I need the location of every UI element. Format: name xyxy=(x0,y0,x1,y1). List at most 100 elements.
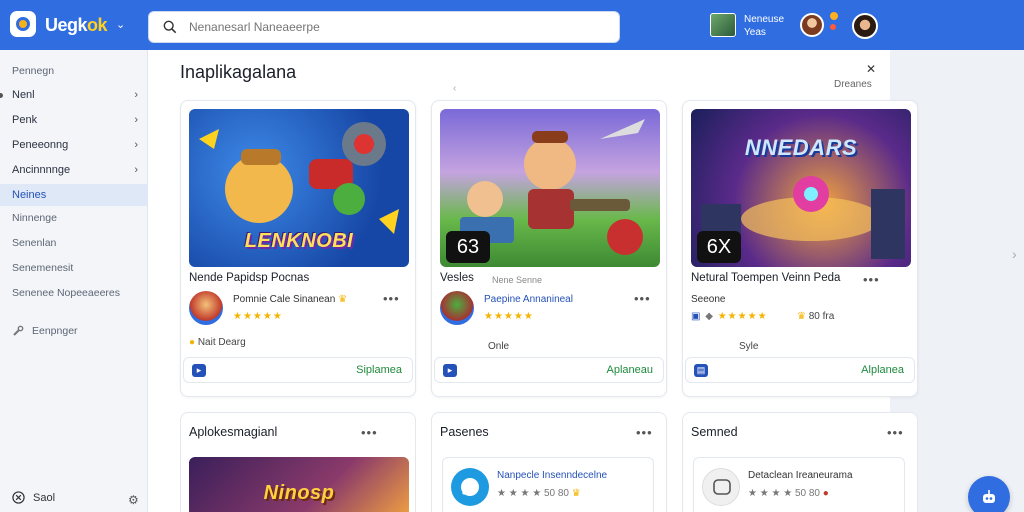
more-options-icon[interactable]: ••• xyxy=(634,291,651,306)
brand-name[interactable]: Uegkok xyxy=(45,15,108,36)
search-input[interactable] xyxy=(189,20,589,34)
bullet-icon xyxy=(0,92,3,98)
sidebar-item-9[interactable]: Senenee Nopeeaeeres xyxy=(0,282,148,304)
meta-info: Onle xyxy=(488,341,510,352)
score-badge: 6X xyxy=(697,231,741,263)
game-cover-image[interactable]: 63 xyxy=(440,109,660,267)
star-rating: ★★★★★ xyxy=(233,311,283,322)
trophy-icon: ♛ xyxy=(797,311,806,322)
item-title[interactable]: Nanpecle Insenndecelne xyxy=(497,470,607,481)
sidebar-item-8[interactable]: Senemenesit xyxy=(0,257,148,279)
game-thumbnail[interactable] xyxy=(710,13,736,37)
grid-icon[interactable]: ▤ xyxy=(694,364,708,377)
meta-info: ● Nait Dearg xyxy=(189,337,246,348)
view-all-link[interactable]: Dreanes xyxy=(834,79,872,90)
arrow-icon: ‹ xyxy=(453,83,457,94)
rating-info: ♛ 80 fra xyxy=(797,311,835,322)
list-item[interactable]: Nanpecle Insenndecelne ★ ★ ★ ★ 50 80 ♛ xyxy=(442,457,654,512)
section-card[interactable]: Semned ••• Detaclean Ireaneurama ★ ★ ★ ★… xyxy=(682,412,918,512)
play-icon[interactable]: ▸ xyxy=(443,364,457,377)
game-card[interactable]: LENKNOBI Nende Papidsp Pocnas Pomnie Cal… xyxy=(180,100,416,397)
sidebar-item-active[interactable]: Neines xyxy=(0,184,148,206)
gear-icon[interactable]: ⚙ xyxy=(128,493,139,507)
profile-avatar[interactable] xyxy=(852,13,878,39)
notification-dot xyxy=(830,12,838,20)
close-circle-icon xyxy=(12,491,25,504)
developer-name[interactable]: Pomnie Cale Sinanean ♛ xyxy=(233,294,347,305)
game-title[interactable]: Netural Toempen Veinn Peda xyxy=(691,272,840,284)
chat-bubble-icon xyxy=(713,479,731,495)
game-subtitle: Nene Senne xyxy=(492,275,543,285)
search-bar[interactable] xyxy=(148,11,620,43)
sidebar-item-1[interactable]: Nenl › xyxy=(0,84,148,106)
cover-title: NNEDARS xyxy=(744,135,858,160)
action-bar[interactable]: ▤ Alplanea xyxy=(685,357,915,383)
trophy-icon: ♛ xyxy=(338,294,348,305)
more-options-icon[interactable]: ••• xyxy=(361,425,378,440)
more-options-icon[interactable]: ••• xyxy=(887,425,904,440)
avatar[interactable] xyxy=(800,13,824,37)
action-bar[interactable]: ▸ Aplaneau xyxy=(434,357,664,383)
page-title: Inaplikagalana xyxy=(180,62,297,82)
section-title: Aplokesmagianl xyxy=(189,425,278,439)
more-options-icon[interactable]: ••• xyxy=(863,272,880,287)
sidebar-item-2[interactable]: Penk › xyxy=(0,109,148,131)
chevron-down-icon[interactable]: ⌄ xyxy=(116,18,125,31)
robot-icon xyxy=(983,490,995,503)
cover-title: Ninosp xyxy=(263,482,335,504)
game-title[interactable]: Nende Papidsp Pocnas xyxy=(189,272,309,284)
list-item[interactable]: Detaclean Ireaneurama ★ ★ ★ ★ 50 80 ● xyxy=(693,457,905,512)
app-icon xyxy=(451,468,489,506)
sidebar-settings[interactable]: Eenpnger xyxy=(12,325,78,337)
app-logo[interactable] xyxy=(10,11,36,37)
item-title[interactable]: Detaclean Ireaneurama xyxy=(748,470,853,481)
item-meta: ★ ★ ★ ★ 50 80 ● xyxy=(748,488,829,499)
game-card[interactable]: NNEDARS 6X Netural Toempen Veinn Peda Se… xyxy=(682,100,918,397)
coin-icon: ● xyxy=(189,337,196,348)
section-title: Semned xyxy=(691,425,738,439)
item-meta: ★ ★ ★ ★ 50 80 ♛ xyxy=(497,488,581,499)
alert-dot xyxy=(830,24,836,30)
trophy-icon: ♛ xyxy=(571,488,581,499)
score-badge: 63 xyxy=(446,231,490,263)
game-cover-image[interactable]: NNEDARS 6X xyxy=(691,109,911,267)
more-options-icon[interactable]: ••• xyxy=(636,425,653,440)
user-status: Yeas xyxy=(744,27,766,38)
next-arrow-icon[interactable]: › xyxy=(1012,246,1017,262)
sidebar-footer[interactable]: Saol xyxy=(12,491,55,504)
meta-info: Syle xyxy=(739,341,759,352)
tag-icon: ◆ xyxy=(705,311,714,322)
developer-name[interactable]: Seeone xyxy=(691,294,725,305)
developer-icon xyxy=(189,291,223,325)
section-card[interactable]: Pasenes ••• Nanpecle Insenndecelne ★ ★ ★… xyxy=(431,412,667,512)
top-bar: Uegkok ⌄ Neneuse Yeas xyxy=(0,0,1024,50)
main-panel: Inaplikagalana ‹ ✕ Dreanes LENKNOBI Nend… xyxy=(148,50,918,512)
assistant-fab-button[interactable] xyxy=(968,476,1010,512)
sidebar-item-7[interactable]: Senenlan xyxy=(0,232,148,254)
chat-icon xyxy=(461,478,479,496)
user-info[interactable]: Neneuse Yeas xyxy=(744,13,784,39)
section-card[interactable]: Aplokesmagianl ••• Ninosp xyxy=(180,412,416,512)
game-card[interactable]: 63 Vesles Nene Senne Paepine Annanineal … xyxy=(431,100,667,397)
more-options-icon[interactable]: ••• xyxy=(383,291,400,306)
user-name: Neneuse xyxy=(744,14,785,25)
app-icon xyxy=(702,468,740,506)
action-bar[interactable]: ▸ Siplamea xyxy=(183,357,413,383)
game-title[interactable]: Vesles xyxy=(440,272,474,284)
chevron-right-icon: › xyxy=(134,114,138,126)
developer-name[interactable]: Paepine Annanineal xyxy=(484,294,573,305)
wrench-icon xyxy=(13,325,24,336)
cover-title: LENKNOBI xyxy=(244,230,354,252)
game-cover-image[interactable]: LENKNOBI xyxy=(189,109,409,267)
sidebar-item-6[interactable]: Ninnenge xyxy=(0,207,148,229)
badge-icon: ● xyxy=(822,488,829,499)
close-icon[interactable]: ✕ xyxy=(866,62,876,76)
play-icon[interactable]: ▸ xyxy=(192,364,206,377)
section-title: Pasenes xyxy=(440,425,489,439)
sidebar-item-3[interactable]: Peneeonng › xyxy=(0,134,148,156)
install-button[interactable]: Siplamea xyxy=(356,364,402,376)
install-button[interactable]: Aplaneau xyxy=(607,364,654,376)
install-button[interactable]: Alplanea xyxy=(861,364,904,376)
game-cover-image[interactable]: Ninosp xyxy=(189,457,409,512)
sidebar-item-4[interactable]: Ancinnnnge › xyxy=(0,159,148,181)
